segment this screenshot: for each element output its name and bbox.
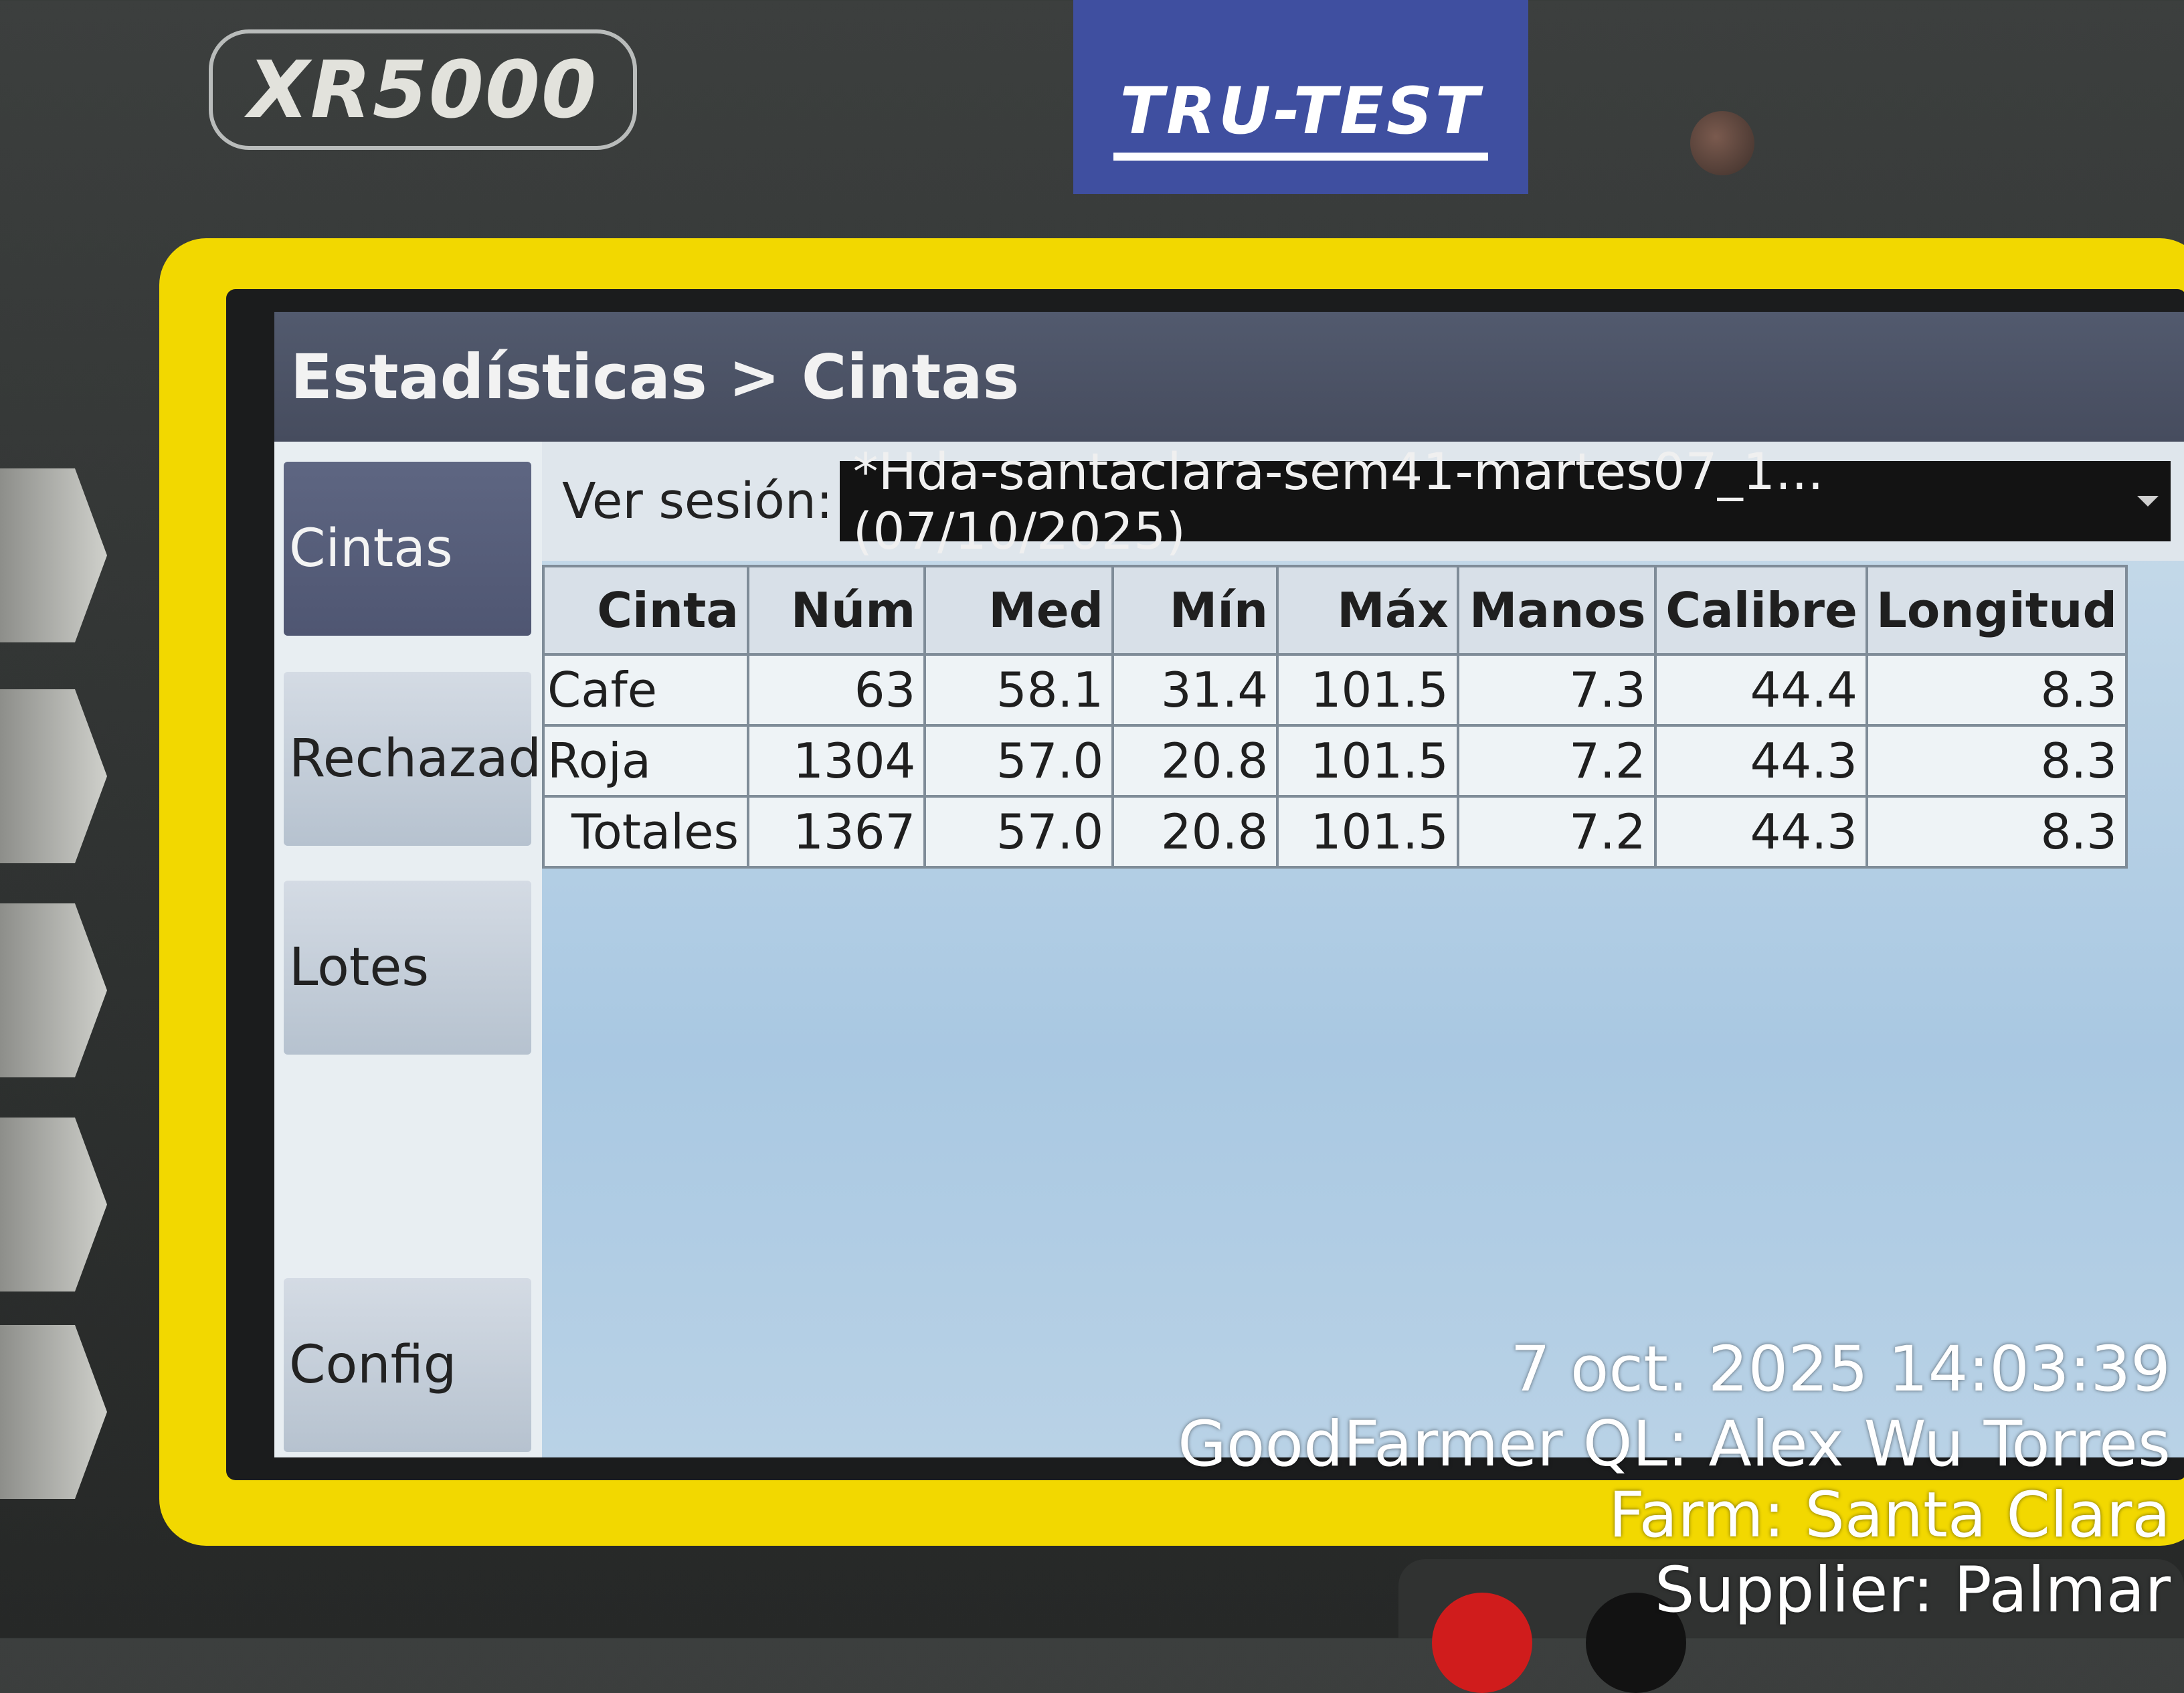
- table-cell: 101.5: [1276, 653, 1459, 727]
- column-header[interactable]: Manos: [1456, 565, 1657, 656]
- stats-table: Cinta Núm Med Mín Máx Manos Calibre Long…: [542, 565, 2128, 869]
- overlay-line3: Supplier: Palmar: [1654, 1554, 2171, 1627]
- table-cell: 44.4: [1653, 653, 1868, 727]
- table-cell: 8.3: [1865, 724, 2128, 798]
- overlay-line2: Farm: Santa Clara: [1609, 1479, 2171, 1552]
- session-dropdown[interactable]: *Hda-santaclara-sem41-martes07_1... (07/…: [839, 442, 2171, 561]
- table-cell: 1367: [746, 795, 927, 869]
- table-cell: 44.3: [1653, 724, 1868, 798]
- sidebar-item-rechazad[interactable]: Rechazad: [284, 672, 541, 846]
- brand-name: TRU-TEST: [1113, 74, 1489, 161]
- sidebar-item-label: Rechazad: [289, 729, 542, 789]
- column-header[interactable]: Med: [923, 565, 1115, 656]
- column-header[interactable]: Mín: [1111, 565, 1279, 656]
- column-header[interactable]: Longitud: [1865, 565, 2128, 656]
- side-hardware-button-5[interactable]: [0, 1325, 107, 1499]
- table-cell: 20.8: [1111, 724, 1279, 798]
- session-value: *Hda-santaclara-sem41-martes07_1... (07/…: [852, 442, 1824, 561]
- table-cell: 8.3: [1865, 653, 2128, 727]
- table-cell: 7.2: [1456, 795, 1657, 869]
- sidebar-item-label: Cintas: [289, 519, 453, 579]
- overlay-line1: GoodFarmer QL: Alex Wu Torres: [1178, 1408, 2171, 1481]
- table-cell: 1304: [746, 724, 927, 798]
- table-cell: Totales: [542, 795, 749, 869]
- sidebar-item-label: Config: [289, 1335, 457, 1395]
- table-cell: 20.8: [1111, 795, 1279, 869]
- sidebar-item-config[interactable]: Config: [284, 1278, 531, 1452]
- brand-logo: TRU-TEST: [1073, 0, 1528, 194]
- sidebar-item-label: Lotes: [289, 938, 430, 998]
- session-label: Ver sesión:: [562, 472, 833, 530]
- table-cell: Roja: [542, 724, 749, 798]
- column-header[interactable]: Calibre: [1653, 565, 1868, 656]
- table-cell: 7.2: [1456, 724, 1657, 798]
- overlay-timestamp: 7 oct. 2025 14:03:39: [1510, 1333, 2171, 1406]
- page-title: Estadísticas > Cintas: [274, 312, 2184, 442]
- table-cell: Cafe: [542, 653, 749, 727]
- table-cell: 31.4: [1111, 653, 1279, 727]
- column-header[interactable]: Máx: [1276, 565, 1459, 656]
- table-header-row: Cinta Núm Med Mín Máx Manos Calibre Long…: [542, 565, 2128, 656]
- sidebar-item-cintas[interactable]: Cintas: [284, 462, 531, 636]
- table-cell: 63: [746, 653, 927, 727]
- table-cell: 101.5: [1276, 795, 1459, 869]
- table-cell: 57.0: [923, 724, 1115, 798]
- column-header[interactable]: Cinta: [542, 565, 749, 656]
- session-row: Ver sesión: *Hda-santaclara-sem41-martes…: [542, 442, 2184, 561]
- side-hardware-button-4[interactable]: [0, 1118, 107, 1291]
- chevron-down-icon: [2137, 496, 2159, 507]
- model-badge: XR5000: [209, 29, 637, 150]
- side-hardware-button-1[interactable]: [0, 468, 107, 642]
- column-header[interactable]: Núm: [746, 565, 927, 656]
- side-hardware-button-2[interactable]: [0, 689, 107, 863]
- status-led: [1690, 111, 1754, 175]
- table-cell: 57.0: [923, 795, 1115, 869]
- sidebar: Cintas Rechazad Lotes Config: [274, 442, 542, 1457]
- table-row[interactable]: Roja 1304 57.0 20.8 101.5 7.2 44.3 8.3: [542, 724, 2128, 798]
- main-content: Ver sesión: *Hda-santaclara-sem41-martes…: [542, 442, 2184, 1457]
- table-cell: 44.3: [1653, 795, 1868, 869]
- red-key[interactable]: [1432, 1593, 1532, 1693]
- table-row[interactable]: Cafe 63 58.1 31.4 101.5 7.3 44.4 8.3: [542, 653, 2128, 727]
- table-row-totals[interactable]: Totales 1367 57.0 20.8 101.5 7.2 44.3 8.…: [542, 795, 2128, 869]
- side-hardware-button-3[interactable]: [0, 903, 107, 1077]
- table-cell: 58.1: [923, 653, 1115, 727]
- lcd-screen: Estadísticas > Cintas Cintas Rechazad Lo…: [274, 312, 2184, 1457]
- sidebar-item-lotes[interactable]: Lotes: [284, 881, 531, 1055]
- table-cell: 8.3: [1865, 795, 2128, 869]
- table-cell: 101.5: [1276, 724, 1459, 798]
- table-cell: 7.3: [1456, 653, 1657, 727]
